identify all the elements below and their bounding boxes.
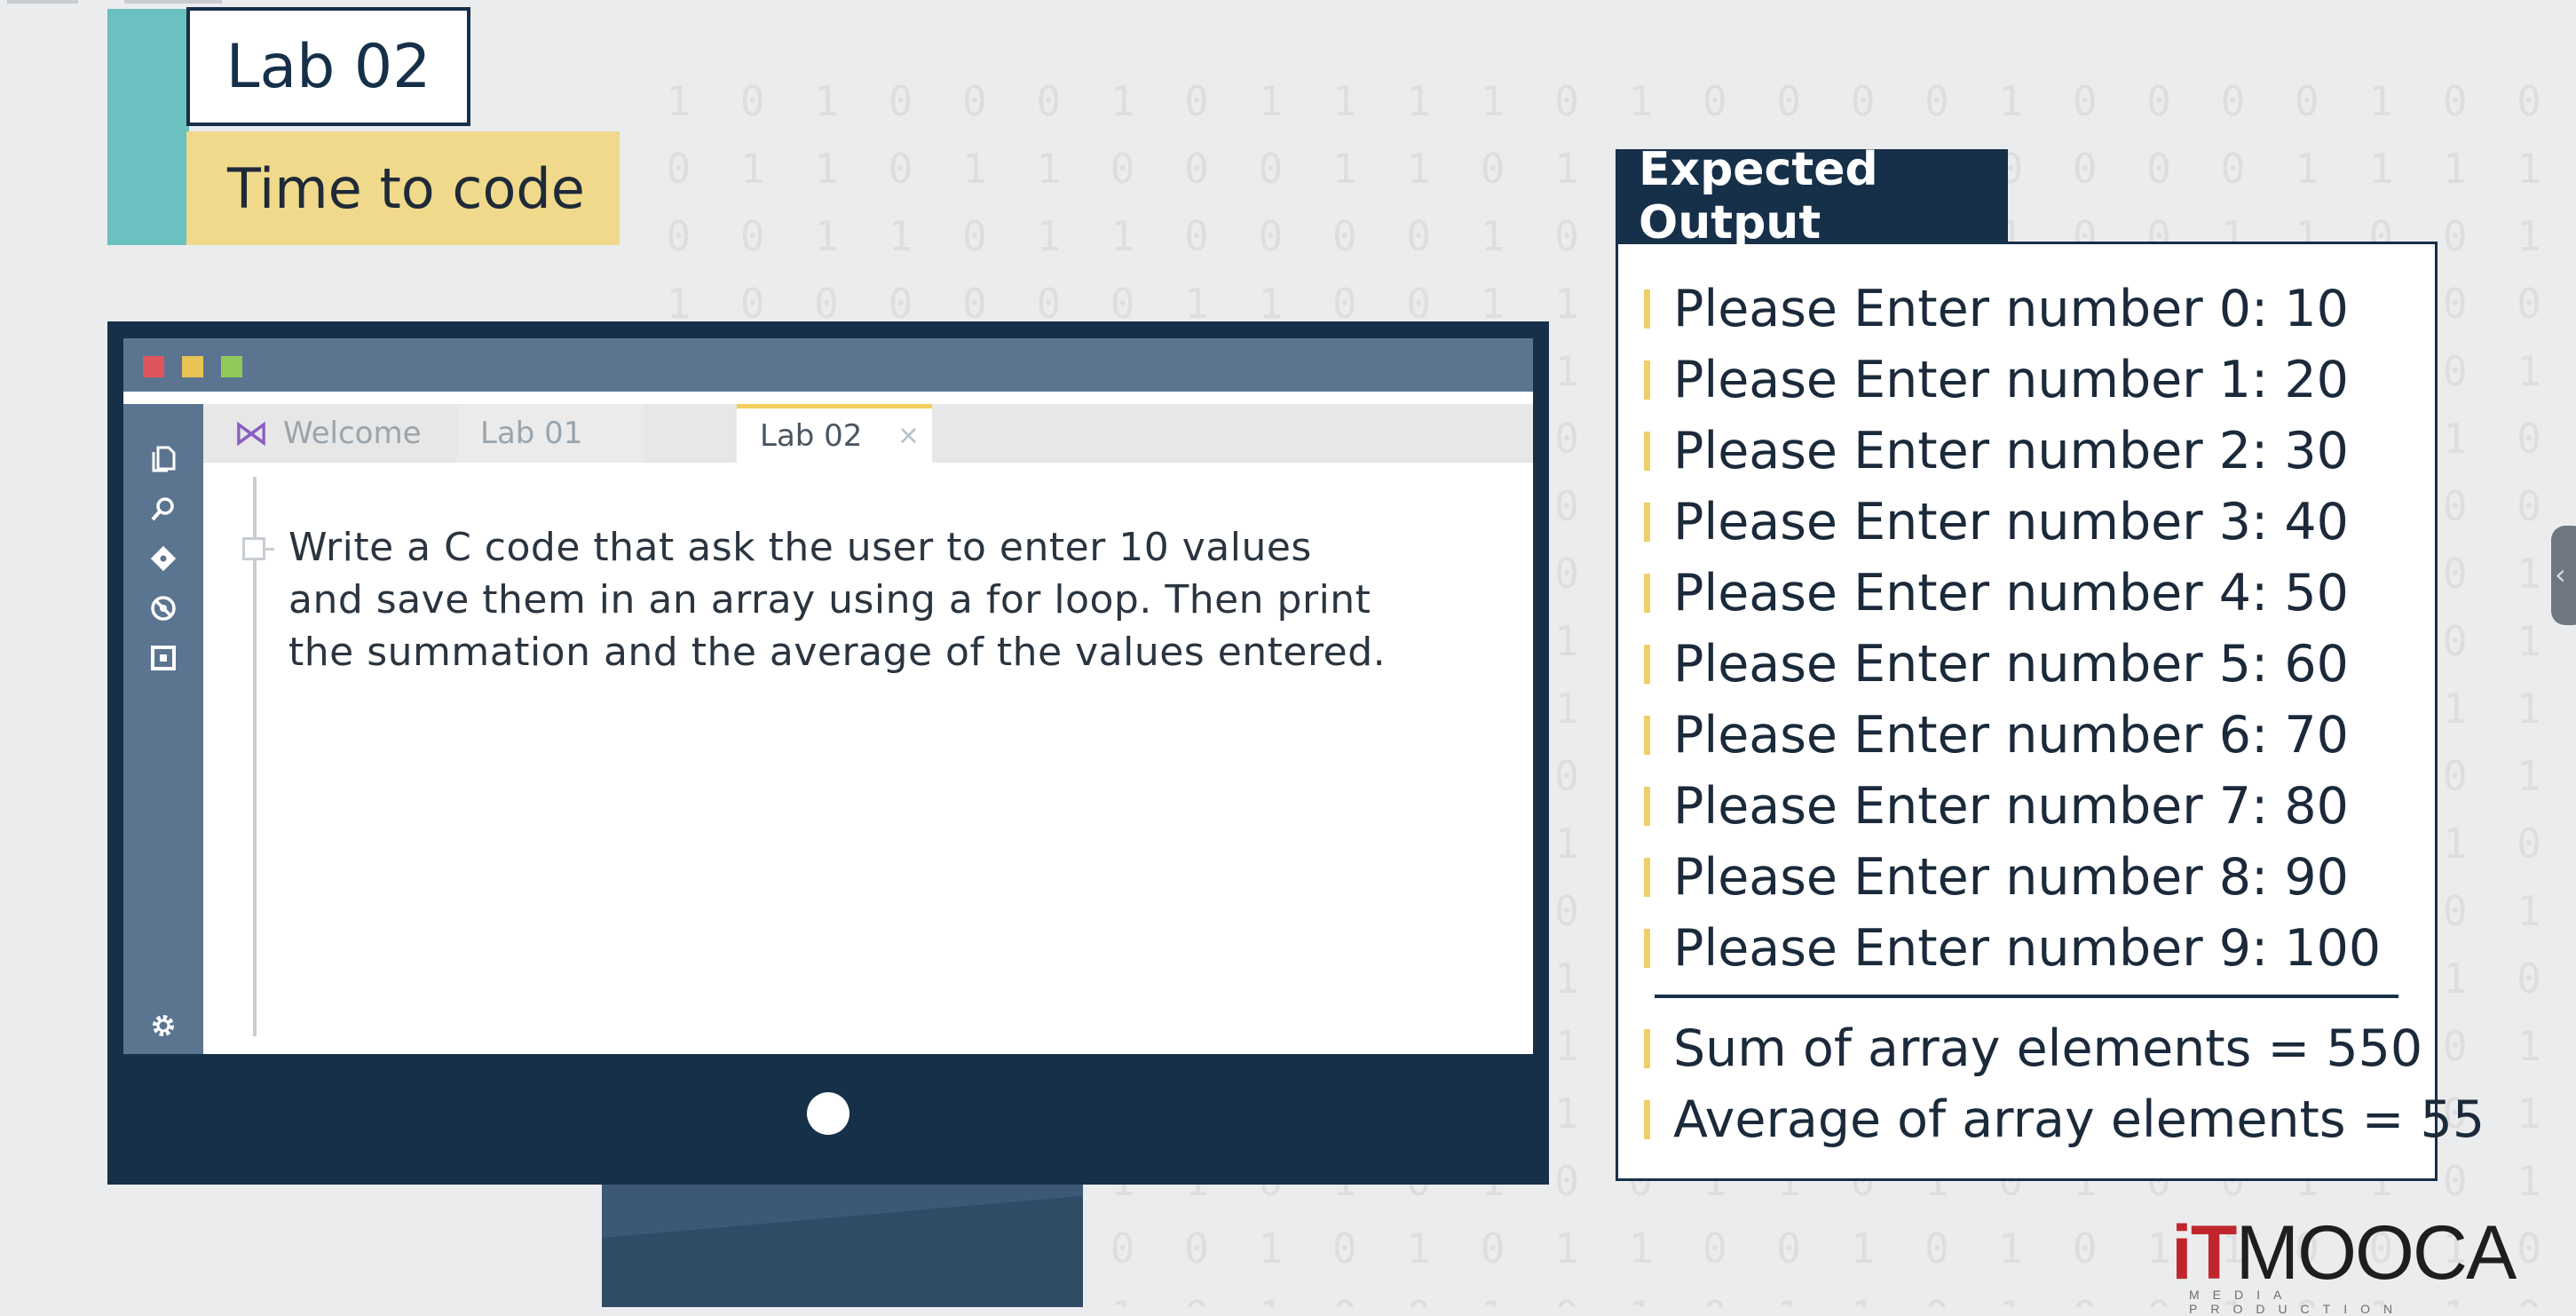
instruction-line: and save them in an array using a for lo… [288,577,1371,622]
output-text: Please Enter number 5: 60 [1673,635,2349,694]
fold-connector [265,548,274,551]
output-text: Please Enter number 2: 30 [1673,422,2349,480]
output-line: Average of array elements = 55 [1644,1089,2485,1151]
output-text: Please Enter number 8: 90 [1673,848,2349,907]
tab-label: Lab 01 [480,416,583,451]
output-line: Please Enter number 0: 10 [1644,278,2349,340]
output-text: Please Enter number 4: 50 [1673,564,2349,622]
search-icon[interactable] [144,489,183,528]
files-icon[interactable] [144,440,183,479]
output-text: Average of array elements = 55 [1673,1090,2485,1149]
output-divider [1655,995,2398,998]
output-text: Please Enter number 1: 20 [1673,351,2349,409]
fold-toggle[interactable] [242,537,265,560]
monitor-power-button [807,1092,849,1135]
debug-icon[interactable] [144,589,183,628]
monitor-stand [602,1185,1083,1307]
output-line: Please Enter number 2: 30 [1644,420,2349,482]
tab-lab-02[interactable]: Lab 02 × [737,404,932,463]
activity-bar [123,404,203,1054]
instruction-line: Write a C code that ask the user to ente… [288,525,1312,570]
output-line: Sum of array elements = 550 [1644,1018,2422,1080]
instruction-line: the summation and the average of the val… [288,630,1387,675]
logo-mark: iT [2171,1210,2237,1296]
line-marker [1644,503,1650,542]
line-marker [1644,432,1650,471]
line-marker [1644,289,1650,329]
lab-instructions: Write a C code that ask the user to ente… [288,521,1386,678]
title-accent-block [107,9,189,245]
line-marker [1644,716,1650,755]
gear-icon[interactable] [144,1006,183,1045]
code-fold-gutter [253,477,257,1036]
git-icon[interactable] [144,539,183,578]
line-marker [1644,787,1650,826]
output-line: Please Enter number 7: 80 [1644,775,2349,837]
output-line: Please Enter number 4: 50 [1644,562,2349,624]
line-marker [1644,858,1650,897]
tab-welcome[interactable]: ⋈ Welcome [210,404,450,463]
tab-label: Welcome [283,416,422,451]
tab-label: Lab 02 [760,417,863,454]
line-marker [1644,574,1650,613]
line-marker [1644,645,1650,684]
output-text: Please Enter number 9: 100 [1673,919,2382,978]
output-line: Please Enter number 1: 20 [1644,349,2349,411]
minimize-window-button[interactable] [182,356,203,377]
line-marker [1644,1100,1650,1139]
output-text: Please Enter number 0: 10 [1673,280,2349,338]
output-line: Please Enter number 9: 100 [1644,917,2381,979]
output-line: Please Enter number 6: 70 [1644,704,2349,766]
extensions-icon[interactable] [144,638,183,678]
line-marker [1644,929,1650,968]
close-window-button[interactable] [143,356,164,377]
maximize-window-button[interactable] [221,356,242,377]
close-tab-icon[interactable]: × [897,420,920,451]
editor-titlebar [123,338,1533,392]
lab-title: Lab 02 [186,7,470,126]
output-text: Please Enter number 7: 80 [1673,777,2349,836]
visual-studio-icon: ⋈ [233,413,269,454]
output-line: Please Enter number 3: 40 [1644,491,2349,553]
expected-output-title: Expected Output [1616,143,2008,250]
logo-name: MOOCA [2235,1210,2517,1296]
line-marker [1644,1029,1650,1068]
lab-subtitle: Time to code [186,131,620,245]
output-text: Please Enter number 3: 40 [1673,493,2349,551]
output-line: Please Enter number 8: 90 [1644,846,2349,908]
mooca-logo: iT MOOCA MEDIA PRODUCTION [2171,1210,2526,1316]
editor-window: ⋈ Welcome Lab 01 Lab 02 × Write a C code… [123,338,1533,1054]
output-text: Sum of array elements = 550 [1673,1019,2423,1078]
chevron-left-icon: ‹ [2555,558,2566,591]
top-corner-marks [0,0,231,5]
editor-tab-bar: ⋈ Welcome Lab 01 Lab 02 × [203,404,1533,463]
tab-lab-01[interactable]: Lab 01 [457,404,644,463]
side-panel-handle[interactable]: ‹ [2551,526,2576,625]
line-marker [1644,361,1650,400]
output-text: Please Enter number 6: 70 [1673,706,2349,765]
output-line: Please Enter number 5: 60 [1644,633,2349,695]
